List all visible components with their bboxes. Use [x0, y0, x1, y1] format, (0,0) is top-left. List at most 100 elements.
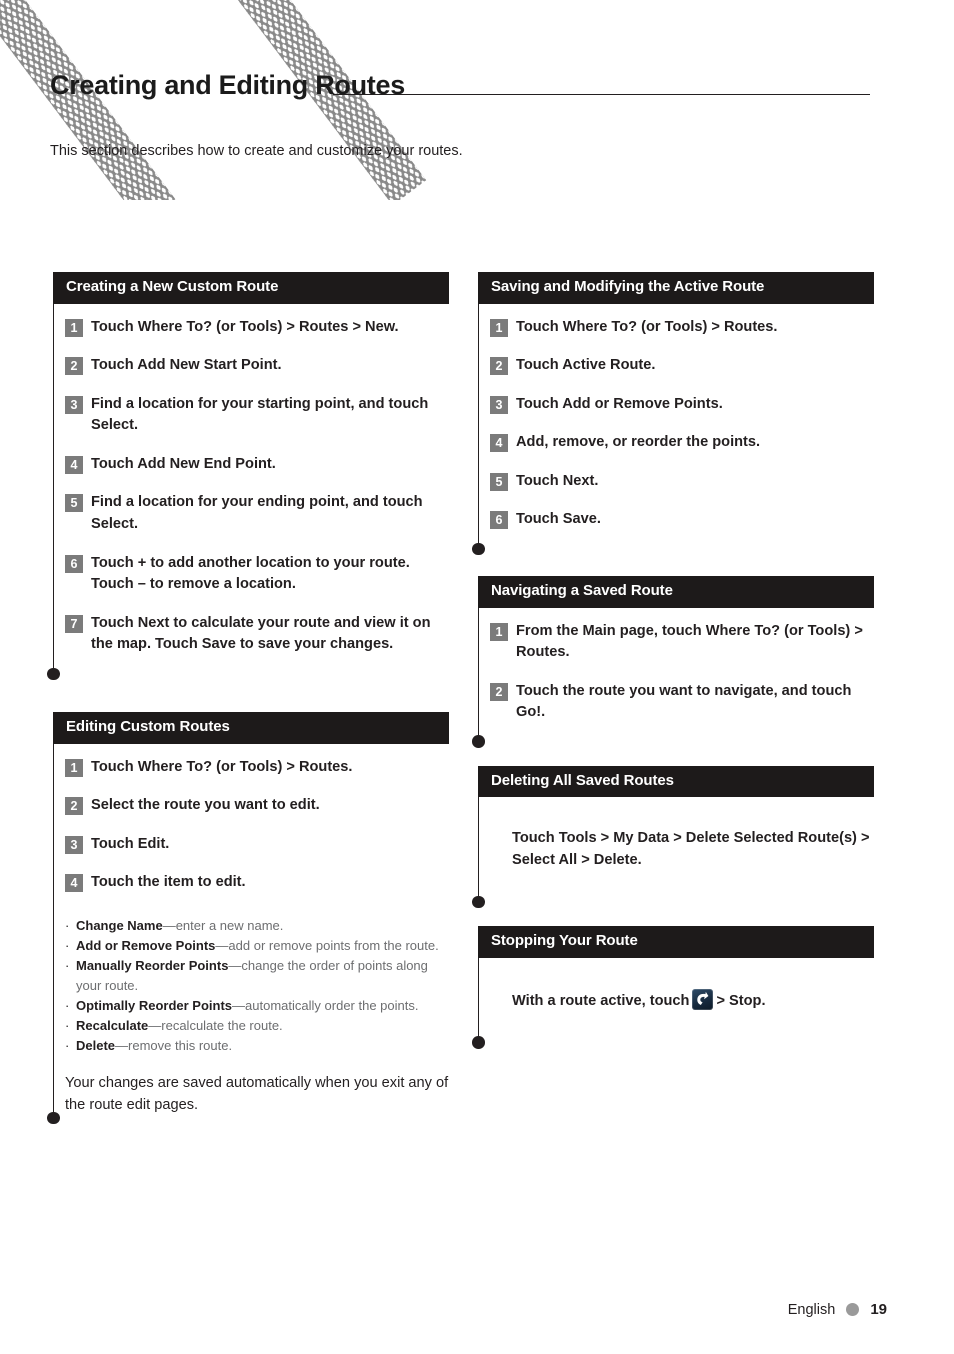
right-column: Saving and Modifying the Active Route 1 …	[472, 272, 874, 1050]
step-text: Touch Add or Remove Points.	[516, 395, 723, 412]
step-item: 6 Touch Save.	[479, 509, 874, 531]
list-item-body: Delete—remove this route.	[76, 1036, 449, 1056]
section-body: 1 Touch Where To? (or Tools) > Routes > …	[47, 303, 449, 680]
section-body: 1 From the Main page, touch Where To? (o…	[472, 607, 874, 749]
stop-route-icon	[692, 988, 714, 1010]
step-text: Find a location for your starting point,…	[91, 395, 429, 434]
instruction-paragraph: Touch Tools > My Data > Delete Selected …	[512, 830, 870, 868]
footer-language: English	[787, 1301, 836, 1318]
step-number-badge: 2	[490, 682, 508, 701]
section-heading: Editing Custom Routes	[53, 712, 449, 744]
list-item: · Manually Reorder Points—change the ord…	[65, 956, 449, 996]
section-body: With a route active, touch > Stop.	[472, 957, 874, 1050]
left-column: Creating a New Custom Route 1 Touch Wher…	[47, 272, 449, 1131]
page-title: Creating and Editing Routes	[50, 70, 405, 101]
section-body: 1 Touch Where To? (or Tools) > Routes. 2…	[472, 303, 874, 555]
step-number-badge: 2	[65, 797, 83, 816]
step-item: 7 Touch Next to calculate your route and…	[54, 613, 449, 656]
list-item-term: Add or Remove Points	[76, 937, 216, 953]
bullet-dot-icon: ·	[65, 917, 70, 933]
list-item-term: Manually Reorder Points	[76, 957, 229, 973]
section-body: Touch Tools > My Data > Delete Selected …	[472, 797, 874, 909]
step-text: Touch Save.	[516, 511, 601, 528]
list-item: · Add or Remove Points—add or remove poi…	[65, 936, 449, 956]
bullet-dot-icon: ·	[65, 1017, 70, 1033]
footer-separator-dot-icon	[846, 1303, 860, 1316]
list-item-term: Recalculate	[76, 1017, 149, 1033]
section-paragraph-wrap: Touch Tools > My Data > Delete Selected …	[479, 797, 874, 900]
instruction-text-after-icon: > Stop.	[716, 992, 766, 1009]
step-number-badge: 1	[490, 318, 508, 337]
step-number-badge: 3	[490, 395, 508, 414]
step-text: Touch + to add another location to your …	[91, 554, 410, 593]
step-item: 1 From the Main page, touch Where To? (o…	[479, 621, 874, 664]
section-heading: Stopping Your Route	[478, 926, 874, 958]
step-text: Touch Edit.	[91, 835, 170, 852]
step-number-badge: 1	[65, 318, 83, 337]
section-creating-a-new-custom-route: Creating a New Custom Route 1 Touch Wher…	[47, 272, 449, 680]
list-item-desc: —enter a new name.	[162, 917, 284, 933]
section-stopping-your-route: Stopping Your Route With a route active,…	[472, 926, 874, 1050]
section-heading: Saving and Modifying the Active Route	[478, 272, 874, 304]
step-text: Touch Add New Start Point.	[91, 357, 282, 374]
list-item-term: Change Name	[76, 917, 163, 933]
step-text: Touch Where To? (or Tools) > Routes.	[91, 758, 353, 775]
instruction-paragraph: With a route active, touch > Stop.	[512, 988, 874, 1013]
step-text: Touch the route you want to navigate, an…	[516, 682, 852, 721]
step-text: Touch Where To? (or Tools) > Routes.	[516, 318, 778, 335]
list-item: · Optimally Reorder Points—automatically…	[65, 996, 449, 1016]
step-item: 2 Touch Add New Start Point.	[54, 355, 449, 377]
list-item: · Change Name—enter a new name.	[65, 916, 449, 936]
step-number-badge: 4	[490, 434, 508, 453]
closing-paragraph: Your changes are saved automatically whe…	[65, 1074, 449, 1113]
list-item-term: Optimally Reorder Points	[76, 997, 233, 1013]
intro-paragraph: This section describes how to create and…	[50, 142, 463, 159]
step-text: Touch Next.	[516, 472, 599, 489]
edit-options-list: · Change Name—enter a new name. · Add or…	[54, 910, 449, 1056]
step-item: 1 Touch Where To? (or Tools) > Routes > …	[54, 317, 449, 339]
step-number-badge: 6	[490, 511, 508, 530]
list-item-desc: —automatically order the points.	[232, 997, 419, 1013]
bullet-dot-icon: ·	[65, 1038, 70, 1053]
section-deleting-all-saved-routes: Deleting All Saved Routes Touch Tools > …	[472, 765, 874, 909]
instruction-text-before-icon: With a route active, touch	[512, 992, 690, 1009]
title-underline-rule	[333, 94, 870, 95]
step-item: 6 Touch + to add another location to you…	[54, 553, 449, 596]
list-item-body: Optimally Reorder Points—automatically o…	[76, 996, 449, 1016]
section-heading: Deleting All Saved Routes	[478, 765, 874, 798]
section-editing-custom-routes: Editing Custom Routes 1 Touch Where To? …	[47, 712, 449, 1125]
step-text: Touch Where To? (or Tools) > Routes > Ne…	[91, 318, 399, 335]
list-item-body: Recalculate—recalculate the route.	[76, 1016, 449, 1036]
step-list: 1 Touch Where To? (or Tools) > Routes > …	[54, 304, 449, 673]
step-item: 2 Touch Active Route.	[479, 355, 874, 377]
step-item: 3 Find a location for your starting poin…	[54, 394, 449, 437]
section-heading: Navigating a Saved Route	[478, 576, 874, 608]
step-number-badge: 3	[65, 835, 83, 854]
step-item: 4 Add, remove, or reorder the points.	[479, 432, 874, 454]
step-number-badge: 1	[65, 758, 83, 777]
step-number-badge: 1	[490, 622, 508, 641]
step-item: 2 Select the route you want to edit.	[54, 795, 449, 817]
section-heading: Creating a New Custom Route	[53, 272, 449, 304]
step-number-badge: 4	[65, 874, 83, 893]
step-item: 1 Touch Where To? (or Tools) > Routes.	[479, 317, 874, 339]
step-text: Touch Next to calculate your route and v…	[91, 614, 431, 653]
list-item-body: Manually Reorder Points—change the order…	[76, 956, 449, 996]
list-item-desc: —recalculate the route.	[148, 1017, 283, 1033]
step-list: 1 From the Main page, touch Where To? (o…	[479, 608, 874, 740]
list-item-body: Add or Remove Points—add or remove point…	[76, 936, 449, 956]
step-number-badge: 4	[65, 455, 83, 474]
section-navigating-a-saved-route: Navigating a Saved Route 1 From the Main…	[472, 576, 874, 749]
section-saving-and-modifying-the-active-route: Saving and Modifying the Active Route 1 …	[472, 272, 874, 555]
step-list: 1 Touch Where To? (or Tools) > Routes. 2…	[479, 304, 874, 548]
step-item: 5 Touch Next.	[479, 471, 874, 493]
step-text: From the Main page, touch Where To? (or …	[516, 622, 863, 661]
bullet-dot-icon: ·	[65, 957, 70, 973]
section-body: 1 Touch Where To? (or Tools) > Routes. 2…	[47, 743, 449, 1125]
list-item-term: Delete	[76, 1038, 116, 1053]
step-number-badge: 2	[490, 357, 508, 376]
list-item-body: Change Name—enter a new name.	[76, 916, 449, 936]
step-item: 5 Find a location for your ending point,…	[54, 492, 449, 535]
